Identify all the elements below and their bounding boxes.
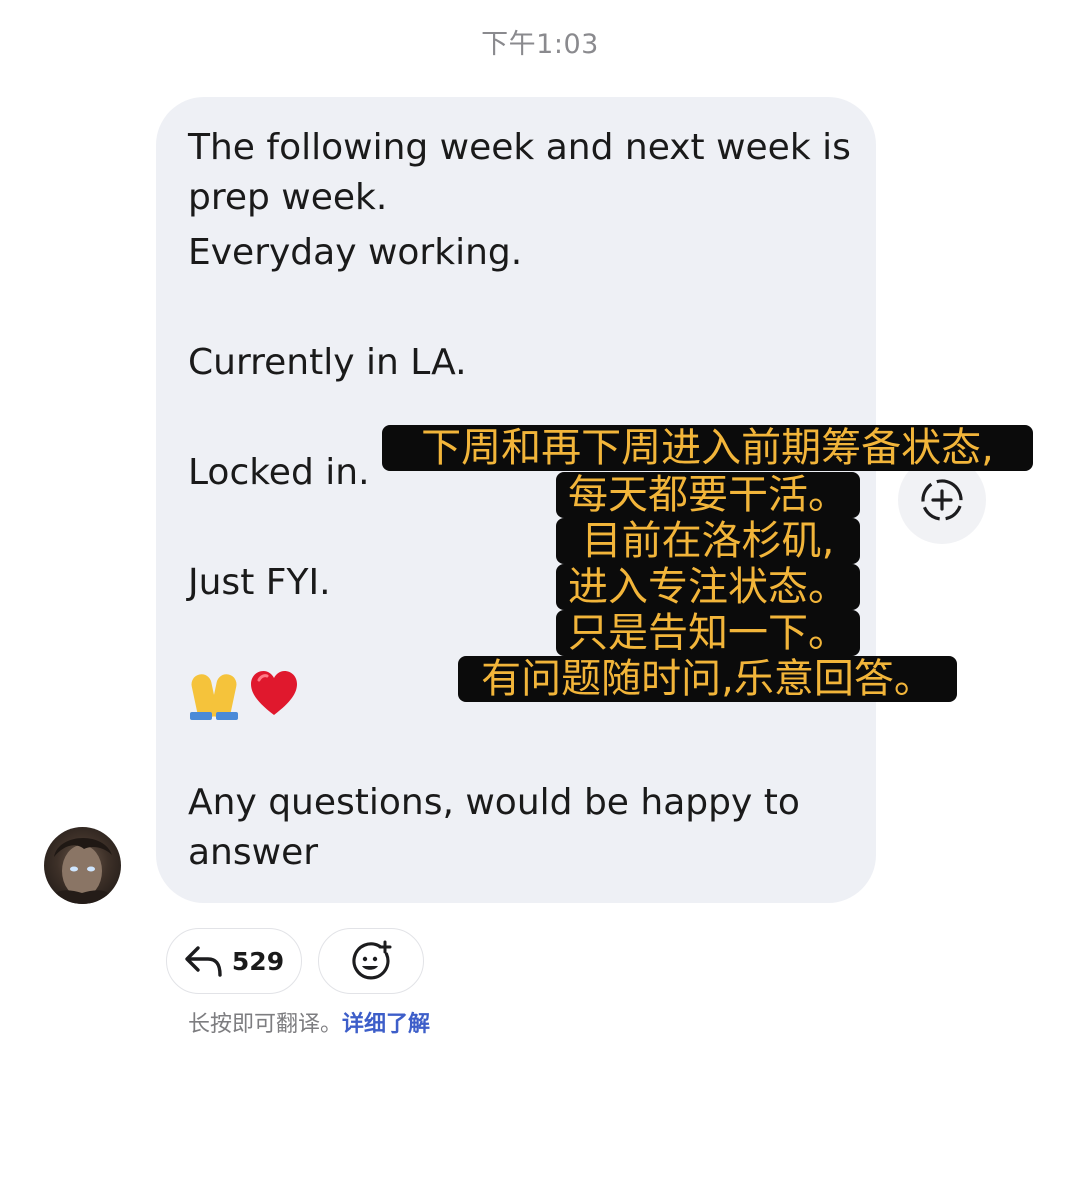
subtitle-line: 进入专注状态。 [556, 564, 860, 610]
message-line: Just FYI. [188, 562, 331, 603]
sender-avatar[interactable] [44, 827, 121, 904]
subtitle-line: 只是告知一下。 [556, 610, 860, 656]
message-line: Locked in. [188, 452, 370, 493]
message-line: prep week. [188, 177, 388, 218]
translate-hint: 长按即可翻译。详细了解 [188, 1006, 430, 1038]
subtitle-line: 每天都要干活。 [556, 472, 860, 518]
translate-hint-text: 长按即可翻译。 [188, 1012, 343, 1037]
emoji-row [188, 668, 300, 720]
add-reaction-button[interactable] [318, 928, 424, 994]
learn-more-link[interactable]: 详细了解 [342, 1012, 430, 1037]
message-line: Currently in LA. [188, 342, 467, 383]
message-line: The following week and next week is [188, 127, 851, 168]
message-timestamp: 下午1:03 [481, 29, 599, 60]
reply-button[interactable]: 529 [166, 928, 302, 994]
subtitle-line: 目前在洛杉矶, [556, 518, 860, 564]
folded-hands-icon [188, 668, 240, 720]
subtitle-line: 有问题随时问,乐意回答。 [458, 656, 957, 702]
red-heart-icon [251, 671, 297, 715]
reply-arrow-icon [185, 946, 222, 977]
subtitle-line: 下周和再下周进入前期筹备状态, [382, 425, 1033, 471]
add-emoji-icon [352, 940, 392, 980]
message-line: Any questions, would be happy to [188, 782, 800, 823]
message-line: Everyday working. [188, 232, 523, 273]
message-line: answer [188, 832, 319, 873]
reply-count: 529 [231, 946, 285, 976]
avatar-image [49, 837, 116, 904]
